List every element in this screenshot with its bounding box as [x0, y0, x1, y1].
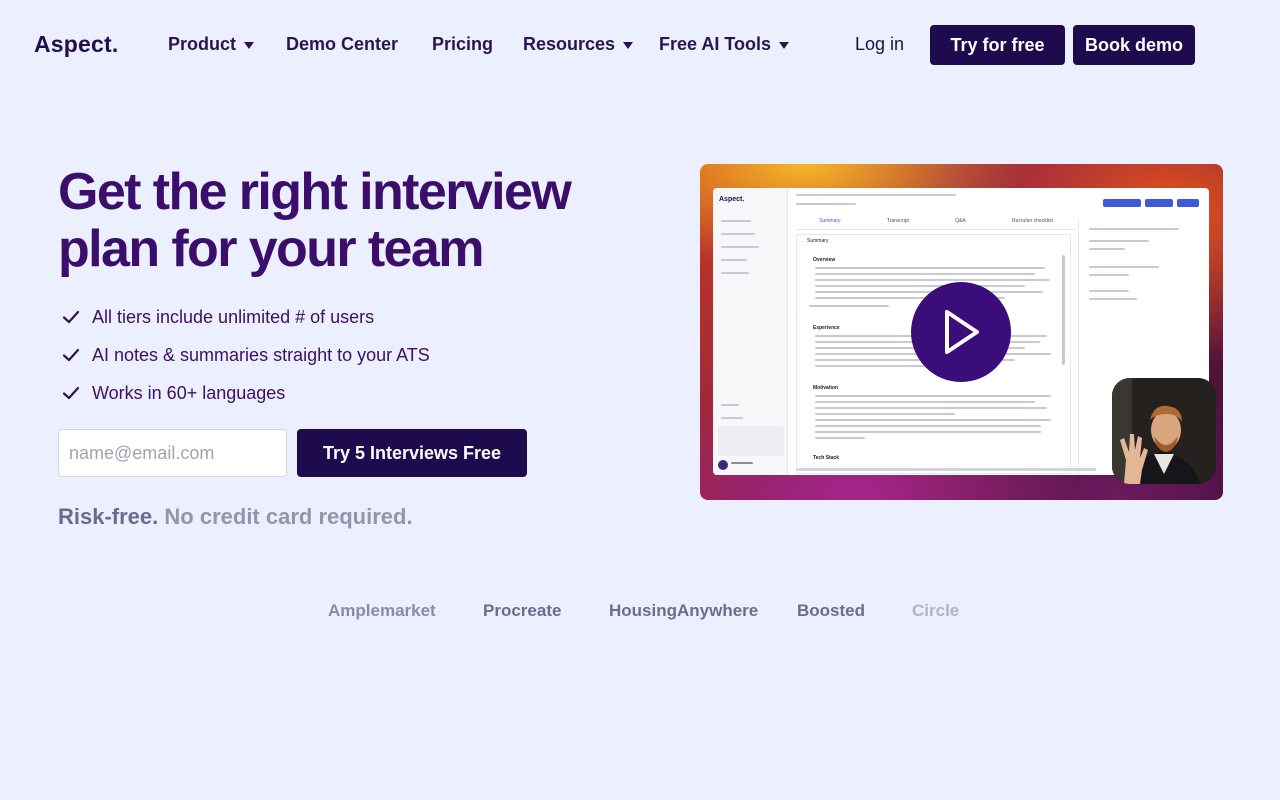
play-icon	[945, 310, 979, 354]
app-tab-qa: Q&A	[955, 218, 966, 224]
chevron-down-icon	[623, 42, 634, 49]
no-credit-card-text: No credit card required.	[164, 504, 413, 529]
email-input[interactable]	[58, 429, 287, 477]
feature-list: All tiers include unlimited # of users A…	[62, 298, 430, 412]
feature-text: AI notes & summaries straight to your AT…	[92, 344, 430, 365]
risk-free-note: Risk-free. No credit card required.	[58, 504, 413, 530]
check-icon	[62, 348, 80, 362]
app-sidebar: Aspect.	[713, 188, 788, 475]
check-icon	[62, 386, 80, 400]
logo-boosted: Boosted	[797, 601, 865, 620]
top-nav: Aspect. Product Demo Center Pricing Reso…	[0, 0, 1280, 90]
app-section-experience: Experience	[813, 325, 840, 331]
risk-free-text: Risk-free.	[58, 504, 159, 529]
nav-product[interactable]: Product	[168, 34, 255, 55]
nav-pricing-label: Pricing	[432, 34, 494, 54]
app-summary-header: Summary	[807, 238, 829, 244]
chevron-down-icon	[244, 42, 255, 49]
try-for-free-button[interactable]: Try for free	[930, 25, 1065, 65]
check-icon	[62, 310, 80, 324]
logo-circle: Circle	[912, 601, 960, 620]
nav-product-label: Product	[168, 34, 237, 54]
app-section-motivation: Motivation	[813, 385, 838, 391]
app-tab-checklist: Recruiter checklist	[1012, 218, 1053, 224]
app-tab-summary: Summary	[819, 218, 841, 224]
login-link[interactable]: Log in	[855, 34, 904, 55]
nav-free-ai-tools-label: Free AI Tools	[659, 34, 772, 54]
app-section-tech-stack: Tech Stack	[813, 455, 840, 461]
customer-logos: Amplemarket Procreate HousingAnywhere Bo…	[0, 601, 1280, 621]
feature-text: All tiers include unlimited # of users	[92, 306, 375, 327]
logo-amplemarket: Amplemarket	[328, 601, 436, 620]
nav-resources-label: Resources	[523, 34, 616, 54]
feature-item: All tiers include unlimited # of users	[62, 298, 430, 336]
try-interviews-free-button[interactable]: Try 5 Interviews Free	[297, 429, 527, 477]
presenter-image	[1112, 378, 1216, 484]
demo-video[interactable]: Aspect. Summary Transcript Q&A Recruiter…	[700, 164, 1223, 500]
app-section-overview: Overview	[813, 257, 836, 263]
presenter-thumbnail	[1112, 378, 1216, 484]
aspect-logo[interactable]: Aspect.	[34, 31, 118, 58]
nav-demo-center[interactable]: Demo Center	[286, 34, 398, 55]
chevron-down-icon	[779, 42, 790, 49]
nav-pricing[interactable]: Pricing	[432, 34, 493, 55]
nav-resources[interactable]: Resources	[523, 34, 634, 55]
book-demo-button[interactable]: Book demo	[1073, 25, 1195, 65]
logo-procreate: Procreate	[483, 601, 562, 620]
nav-demo-center-label: Demo Center	[286, 34, 399, 54]
feature-item: AI notes & summaries straight to your AT…	[62, 336, 430, 374]
nav-free-ai-tools[interactable]: Free AI Tools	[659, 34, 790, 55]
app-logo: Aspect.	[719, 196, 745, 203]
feature-item: Works in 60+ languages	[62, 374, 430, 412]
app-tab-transcript: Transcript	[886, 218, 909, 224]
hero-title: Get the right interview plan for your te…	[58, 163, 572, 278]
logo-housinganywhere: HousingAnywhere	[609, 601, 759, 620]
feature-text: Works in 60+ languages	[92, 382, 286, 403]
video-play-button[interactable]	[911, 282, 1011, 382]
